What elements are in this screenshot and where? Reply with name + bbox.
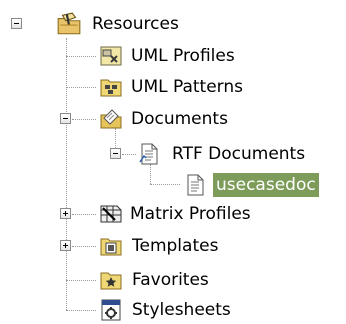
uml-profiles-icon <box>100 46 122 66</box>
tree-item-uml-patterns[interactable]: UML Patterns <box>99 73 246 101</box>
expand-toggle[interactable] <box>60 208 71 219</box>
tree-item-label: Matrix Profiles <box>130 204 251 224</box>
expand-toggle[interactable] <box>60 240 71 251</box>
tree-item-resources[interactable]: Resources <box>56 10 182 38</box>
tree-connector-line <box>66 56 96 57</box>
tree-item-rtf-documents[interactable]: RTF Documents <box>137 140 308 168</box>
tree-connector-line <box>66 38 67 310</box>
tree-item-label: Stylesheets <box>132 300 231 320</box>
tree-item-label: RTF Documents <box>172 144 306 164</box>
tree-connector-line <box>66 310 96 311</box>
collapse-toggle[interactable] <box>110 148 121 159</box>
tree-item-favorites[interactable]: Favorites <box>99 266 212 294</box>
documents-folder-icon <box>100 109 122 129</box>
tree-item-label: UML Profiles <box>131 46 235 66</box>
tree-item-label: Resources <box>92 14 179 34</box>
tree-item-label: UML Patterns <box>131 77 244 97</box>
tree-item-label: Documents <box>131 109 228 129</box>
tree-item-documents[interactable]: Documents <box>99 105 231 133</box>
rtf-document-icon <box>139 143 158 165</box>
project-browser-tree: Resources UML Profiles UML Patterns Docu… <box>0 0 346 324</box>
tree-item-templates[interactable]: Templates <box>99 232 221 260</box>
tree-connector-line <box>72 246 96 247</box>
tree-item-stylesheets[interactable]: Stylesheets <box>99 296 234 324</box>
tree-connector-line <box>72 214 96 215</box>
collapse-toggle[interactable] <box>11 18 22 29</box>
uml-patterns-icon <box>100 79 122 97</box>
tree-item-label: Favorites <box>132 270 209 290</box>
document-icon <box>187 174 204 196</box>
tree-item-label: Templates <box>132 236 219 256</box>
tree-item-matrix-profiles[interactable]: Matrix Profiles <box>99 200 254 228</box>
templates-icon <box>100 238 122 256</box>
resources-folder-icon <box>57 12 81 35</box>
tree-item-usecasedoc[interactable]: usecasedoc <box>183 171 319 199</box>
tree-connector-line <box>150 184 180 185</box>
tree-connector-line <box>66 280 96 281</box>
tree-connector-line <box>72 119 96 120</box>
favorites-icon <box>100 272 122 290</box>
collapse-toggle[interactable] <box>60 113 71 124</box>
matrix-profiles-icon <box>100 205 122 223</box>
tree-item-label: usecasedoc <box>213 173 319 197</box>
tree-connector-line <box>66 87 96 88</box>
stylesheets-icon <box>101 299 121 321</box>
tree-item-uml-profiles[interactable]: UML Profiles <box>99 42 238 70</box>
tree-connector-line <box>122 154 136 155</box>
